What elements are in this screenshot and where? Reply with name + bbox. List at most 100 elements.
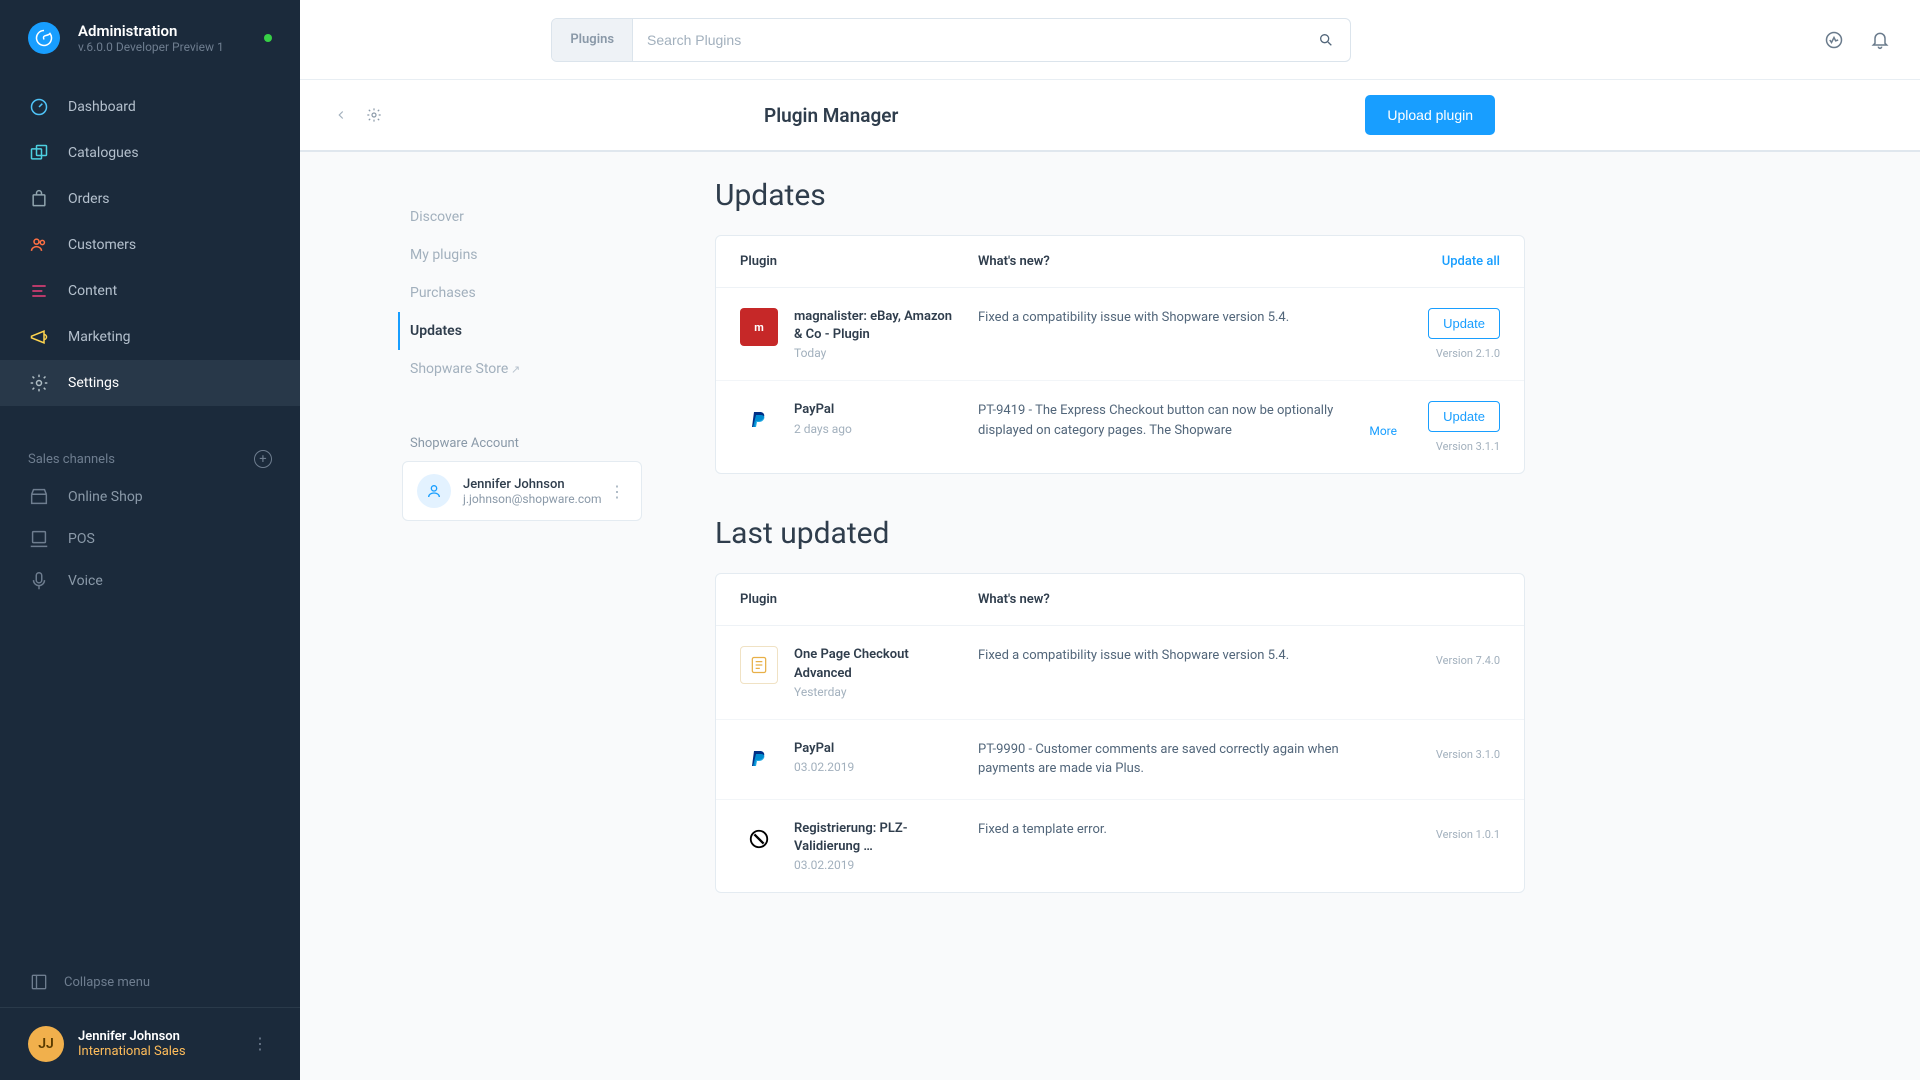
plugin-date: 03.02.2019 (794, 858, 962, 872)
nav-label: Marketing (68, 329, 131, 345)
nav-orders[interactable]: Orders (0, 176, 300, 222)
plugin-name: Registrierung: PLZ-Validierung … (794, 820, 962, 856)
marketing-icon (28, 326, 50, 348)
channel-label: Online Shop (68, 489, 143, 505)
plugin-icon-onepage (740, 646, 778, 684)
plugin-icon-magnalister: m (740, 308, 778, 346)
bell-icon (1870, 30, 1890, 50)
search-input[interactable] (633, 19, 1302, 61)
account-avatar-icon (417, 474, 451, 508)
last-row: Registrierung: PLZ-Validierung … 03.02.2… (716, 800, 1524, 892)
page-header: Plugin Manager Upload plugin (300, 80, 1920, 152)
plugin-icon-paypal (740, 401, 778, 439)
activity-button[interactable] (1824, 30, 1844, 50)
content-scroll: Updates Plugin What's new? Update all m … (585, 152, 1920, 1080)
update-all-button[interactable]: Update all (1442, 254, 1500, 269)
nav-label: Settings (68, 375, 119, 391)
subnav-shopware-store[interactable]: Shopware Store (410, 350, 565, 388)
channel-label: POS (68, 531, 95, 547)
app-logo[interactable] (28, 22, 60, 54)
main-nav: Dashboard Catalogues Orders Customers Co… (0, 72, 300, 418)
back-button[interactable] (330, 104, 352, 126)
plugin-version: Version 2.1.0 (1405, 347, 1500, 360)
more-link[interactable]: More (1369, 422, 1397, 440)
channel-pos[interactable]: POS (0, 518, 300, 560)
channel-label: Voice (68, 573, 103, 589)
search-button[interactable] (1302, 19, 1350, 61)
account-heading: Shopware Account (410, 436, 565, 451)
content-icon (28, 280, 50, 302)
channel-online-shop[interactable]: Online Shop (0, 476, 300, 518)
collapse-menu-button[interactable]: Collapse menu (0, 957, 300, 1007)
nav-customers[interactable]: Customers (0, 222, 300, 268)
sidebar: Administration v.6.0.0 Developer Preview… (0, 0, 300, 1080)
plugin-date: 03.02.2019 (794, 760, 962, 774)
col-news: What's new? (978, 592, 1500, 607)
chevron-left-icon (334, 108, 348, 122)
pos-icon (28, 528, 50, 550)
search-wrap: Plugins (551, 18, 1351, 62)
col-news: What's new? (978, 254, 1442, 269)
plugin-name: PayPal (794, 401, 962, 419)
plugin-date: Today (794, 346, 962, 360)
account-email: j.johnson@shopware.com (463, 492, 602, 506)
plugin-news: Fixed a compatibility issue with Shopwar… (978, 646, 1405, 666)
app-title: Administration (78, 22, 224, 40)
col-plugin: Plugin (740, 592, 978, 607)
nav-settings[interactable]: Settings (0, 360, 300, 406)
plugin-news-text: PT-9419 - The Express Checkout button ca… (978, 403, 1333, 438)
app-version: v.6.0.0 Developer Preview 1 (78, 40, 224, 54)
nav-label: Content (68, 283, 117, 299)
nav-label: Customers (68, 237, 136, 253)
microphone-icon (28, 570, 50, 592)
orders-icon (28, 188, 50, 210)
catalogues-icon (28, 142, 50, 164)
updates-card: Plugin What's new? Update all m magnalis… (715, 235, 1525, 474)
customers-icon (28, 234, 50, 256)
page-title: Plugin Manager (764, 104, 898, 127)
update-row: PayPal 2 days ago PT-9419 - The Express … (716, 381, 1524, 473)
col-plugin: Plugin (740, 254, 978, 269)
plugin-version: Version 3.1.1 (1405, 440, 1500, 453)
nav-content[interactable]: Content (0, 268, 300, 314)
plugin-version: Version 3.1.0 (1405, 748, 1500, 761)
last-updated-card: Plugin What's new? One Page Checkout Adv… (715, 573, 1525, 893)
subnav-my-plugins[interactable]: My plugins (410, 236, 565, 274)
dashboard-icon (28, 96, 50, 118)
update-row: m magnalister: eBay, Amazon & Co - Plugi… (716, 288, 1524, 381)
storefront-icon (28, 486, 50, 508)
plugin-news: Fixed a compatibility issue with Shopwar… (978, 308, 1405, 328)
plugin-version: Version 1.0.1 (1405, 828, 1500, 841)
plugin-icon-paypal (740, 740, 778, 778)
settings-icon (28, 372, 50, 394)
user-avatar[interactable]: JJ (28, 1026, 64, 1062)
update-button[interactable]: Update (1428, 308, 1500, 339)
search-scope-button[interactable]: Plugins (552, 19, 633, 61)
last-updated-title: Last updated (715, 516, 1525, 551)
collapse-label: Collapse menu (64, 975, 150, 990)
subnav-purchases[interactable]: Purchases (410, 274, 565, 312)
gear-icon (366, 107, 382, 123)
add-channel-button[interactable]: + (254, 450, 272, 468)
nav-dashboard[interactable]: Dashboard (0, 84, 300, 130)
user-row: JJ Jennifer Johnson International Sales … (0, 1007, 300, 1080)
channel-voice[interactable]: Voice (0, 560, 300, 602)
plugin-icon-registration (740, 820, 778, 858)
notifications-button[interactable] (1870, 30, 1890, 50)
user-menu-button[interactable]: ⋮ (248, 1032, 272, 1056)
plugin-news: Fixed a template error. (978, 820, 1405, 840)
update-button[interactable]: Update (1428, 401, 1500, 432)
subnav-discover[interactable]: Discover (410, 198, 565, 236)
nav-label: Orders (68, 191, 110, 207)
last-row: PayPal 03.02.2019 PT-9990 - Customer com… (716, 720, 1524, 800)
upload-plugin-button[interactable]: Upload plugin (1365, 95, 1495, 135)
plugin-name: One Page Checkout Advanced (794, 646, 962, 682)
nav-marketing[interactable]: Marketing (0, 314, 300, 360)
channels-heading: Sales channels (28, 452, 115, 467)
activity-icon (1824, 30, 1844, 50)
plugin-date: Yesterday (794, 685, 962, 699)
nav-catalogues[interactable]: Catalogues (0, 130, 300, 176)
plugin-name: magnalister: eBay, Amazon & Co - Plugin (794, 308, 962, 344)
subnav-updates[interactable]: Updates (398, 312, 565, 350)
page-settings-button[interactable] (362, 103, 386, 127)
